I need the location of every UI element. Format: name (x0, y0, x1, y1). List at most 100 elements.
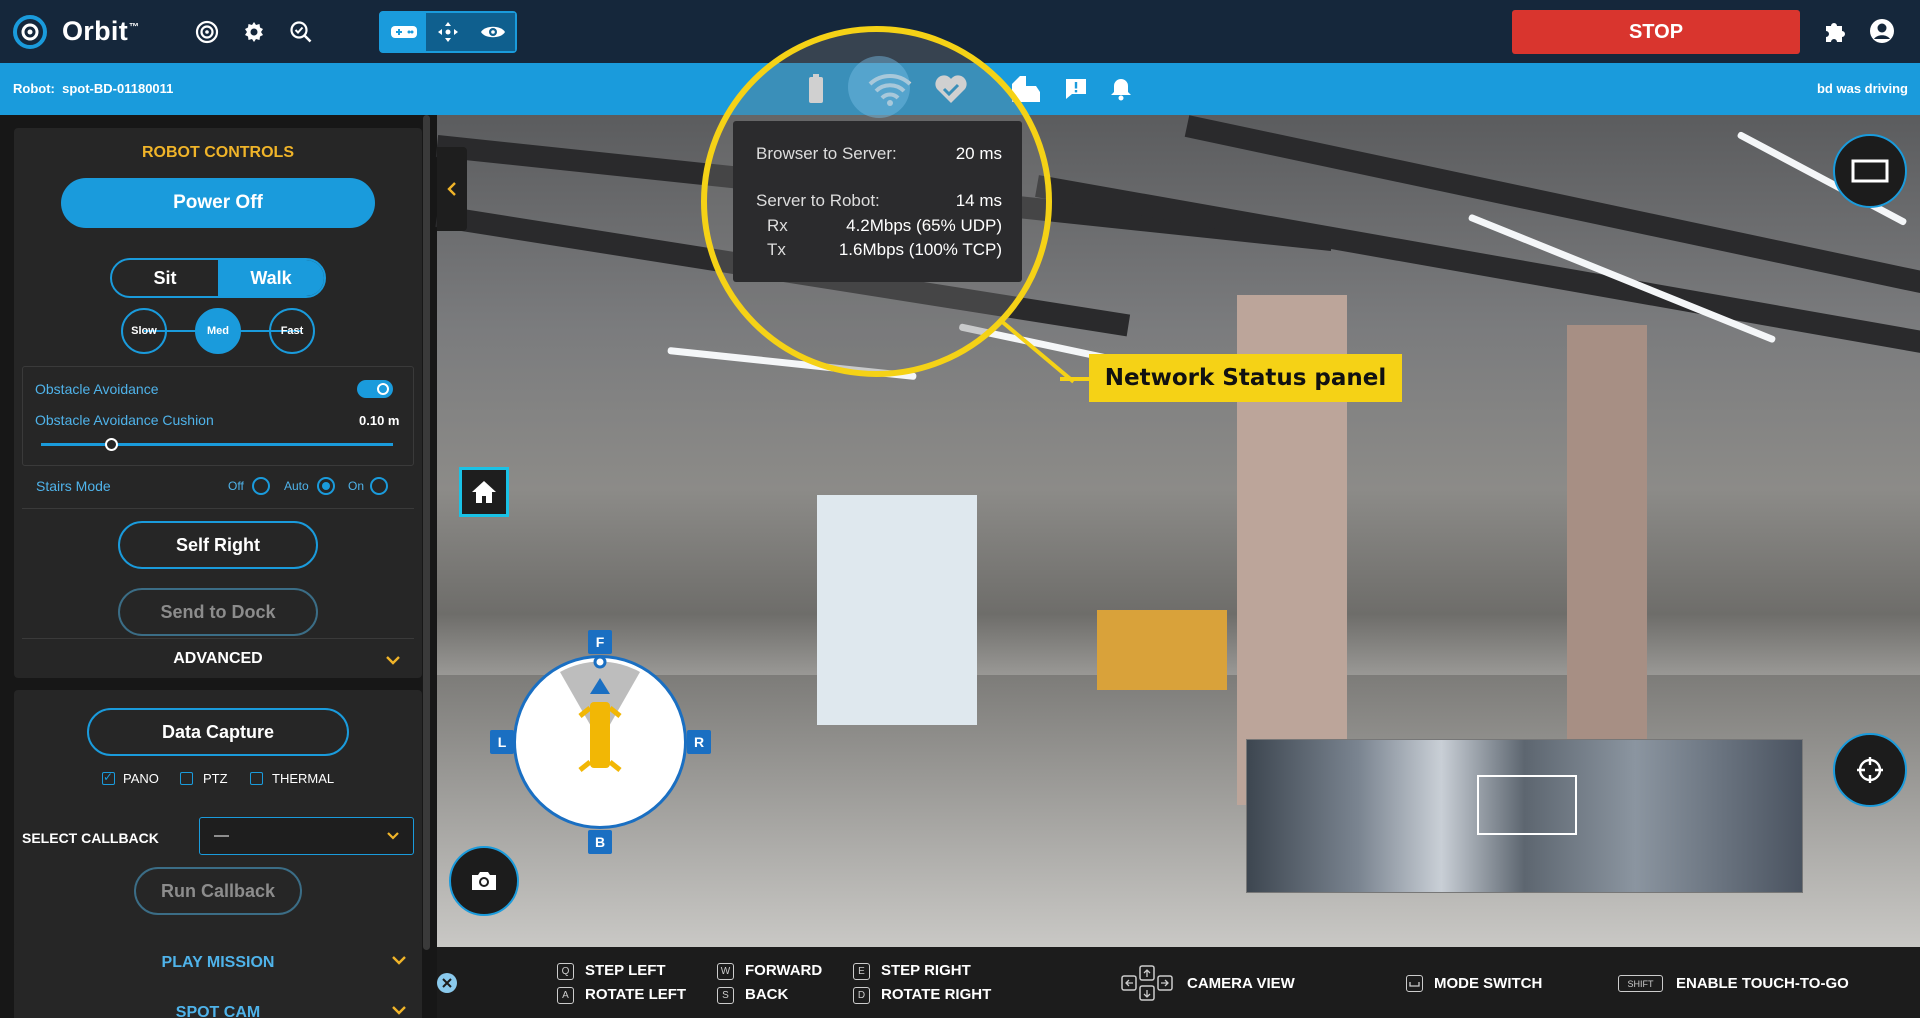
wifi-highlight (848, 56, 910, 118)
direction-right: R (687, 730, 711, 754)
rotate-left-label: ROTATE LEFT (585, 986, 687, 1003)
chevron-down-icon (392, 956, 406, 965)
self-right-button[interactable]: Self Right (118, 521, 318, 569)
divider (22, 508, 414, 509)
power-off-button[interactable]: Power Off (61, 178, 375, 228)
forward-label: FORWARD (745, 962, 823, 979)
stairs-auto-radio[interactable] (317, 477, 335, 495)
direction-front: F (588, 630, 612, 654)
thermal-label: THERMAL (272, 771, 335, 786)
speed-fast-button[interactable]: Fast (269, 308, 315, 354)
cushion-slider-track[interactable] (41, 443, 393, 446)
spot-cam-section[interactable]: SPOT CAM (14, 992, 422, 1018)
robot-top-view-icon (560, 658, 640, 772)
server-to-robot-value: 14 ms (955, 191, 1002, 210)
divider (22, 638, 414, 639)
obstacle-settings-box: Obstacle Avoidance Obstacle Avoidance Cu… (22, 366, 414, 466)
pano-label: PANO (123, 771, 159, 786)
step-left-label: STEP LEFT (585, 962, 666, 979)
walk-button[interactable]: Walk (218, 260, 324, 296)
home-icon (472, 481, 496, 503)
key-w: W (717, 963, 734, 980)
home-button[interactable] (459, 467, 509, 517)
chevron-left-icon (447, 182, 456, 196)
server-to-robot-label: Server to Robot: (756, 191, 880, 210)
close-shortcuts-button[interactable] (437, 973, 457, 993)
key-s: S (717, 987, 734, 1004)
direction-back: B (588, 830, 612, 854)
mode-switch-label: MODE SWITCH (1434, 975, 1543, 992)
puzzle-icon[interactable] (1823, 18, 1849, 49)
move-mode-button[interactable] (425, 12, 471, 51)
crosshair-icon (1857, 757, 1883, 783)
panorama-minimap[interactable] (1246, 739, 1803, 893)
fullscreen-button[interactable] (1833, 134, 1907, 208)
direction-left: L (490, 730, 514, 754)
obstacle-avoidance-toggle[interactable] (357, 380, 393, 398)
panorama-view-frame[interactable] (1477, 775, 1577, 835)
tx-value: 1.6Mbps (100% TCP) (838, 240, 1002, 259)
robot-controls-card: ROBOT CONTROLS Power Off Sit Walk Slow M… (14, 128, 422, 678)
move-arrows-icon (438, 21, 459, 42)
chevron-down-icon (387, 832, 399, 840)
cushion-label: Obstacle Avoidance Cushion (35, 412, 214, 428)
panel-scrollbar[interactable] (423, 115, 430, 950)
target-icon[interactable] (193, 18, 221, 46)
cushion-slider-thumb[interactable] (105, 438, 119, 451)
advanced-toggle[interactable]: ADVANCED (14, 650, 422, 668)
stairs-off-label: Off (228, 479, 244, 493)
close-icon (442, 978, 452, 988)
view-mode-button[interactable] (470, 12, 516, 51)
ptz-checkbox[interactable] (180, 772, 193, 785)
orbit-app: Orbit™ STOP Robot: spot-BD-01180011 bd w… (0, 0, 1920, 1018)
speed-slow-button[interactable]: Slow (121, 308, 167, 354)
ptz-label: PTZ (203, 771, 228, 786)
stop-button[interactable]: STOP (1512, 10, 1800, 54)
back-label: BACK (745, 986, 789, 1003)
run-callback-button[interactable]: Run Callback (134, 867, 302, 915)
robot-controls-title: ROBOT CONTROLS (142, 144, 294, 161)
pillar (1567, 325, 1647, 795)
select-callback-label: SELECT CALLBACK (22, 830, 159, 846)
key-d: D (853, 987, 870, 1004)
rx-value: 4.2Mbps (65% UDP) (846, 216, 1002, 235)
shift-key: SHIFT (1618, 975, 1663, 992)
spacebar-key-icon (1406, 975, 1423, 992)
sit-button[interactable]: Sit (112, 260, 218, 296)
screen-icon (1851, 159, 1889, 183)
toggle-knob (377, 383, 389, 395)
play-mission-section[interactable]: PLAY MISSION (14, 942, 422, 984)
app-logo[interactable]: Orbit™ (12, 14, 139, 50)
recenter-button[interactable] (1833, 733, 1907, 807)
stairs-auto-label: Auto (284, 479, 309, 493)
gear-icon[interactable] (240, 18, 268, 46)
data-capture-button[interactable]: Data Capture (87, 708, 349, 756)
key-q: Q (557, 963, 574, 980)
stairs-on-radio[interactable] (370, 477, 388, 495)
robot-orientation-compass[interactable] (513, 655, 687, 829)
check-magnifier-icon[interactable] (287, 18, 315, 46)
speed-med-button[interactable]: Med (195, 308, 241, 354)
drive-mode-button[interactable] (381, 12, 426, 51)
bell-icon[interactable] (1110, 77, 1132, 104)
browser-to-server-label: Browser to Server: (756, 144, 897, 163)
send-to-dock-button[interactable]: Send to Dock (118, 588, 318, 636)
sit-walk-toggle: Sit Walk (110, 258, 326, 298)
step-right-label: STEP RIGHT (881, 962, 971, 979)
pano-checkbox[interactable] (102, 770, 115, 785)
yellow-barrier (1097, 610, 1227, 690)
callback-select[interactable]: — (199, 817, 414, 855)
network-status-panel: Browser to Server: 20 ms Server to Robot… (733, 121, 1022, 282)
user-icon[interactable] (1869, 18, 1895, 49)
chevron-down-icon (392, 1006, 406, 1015)
rotate-right-label: ROTATE RIGHT (881, 986, 992, 1003)
key-e: E (853, 963, 870, 980)
snapshot-button[interactable] (449, 846, 519, 916)
bright-doorway (817, 495, 977, 725)
rx-label: Rx (767, 216, 788, 235)
alert-message-icon[interactable] (1064, 77, 1088, 104)
chevron-down-icon (386, 656, 400, 665)
stairs-off-radio[interactable] (252, 477, 270, 495)
thermal-checkbox[interactable] (250, 772, 263, 785)
collapse-panel-button[interactable] (437, 147, 467, 231)
